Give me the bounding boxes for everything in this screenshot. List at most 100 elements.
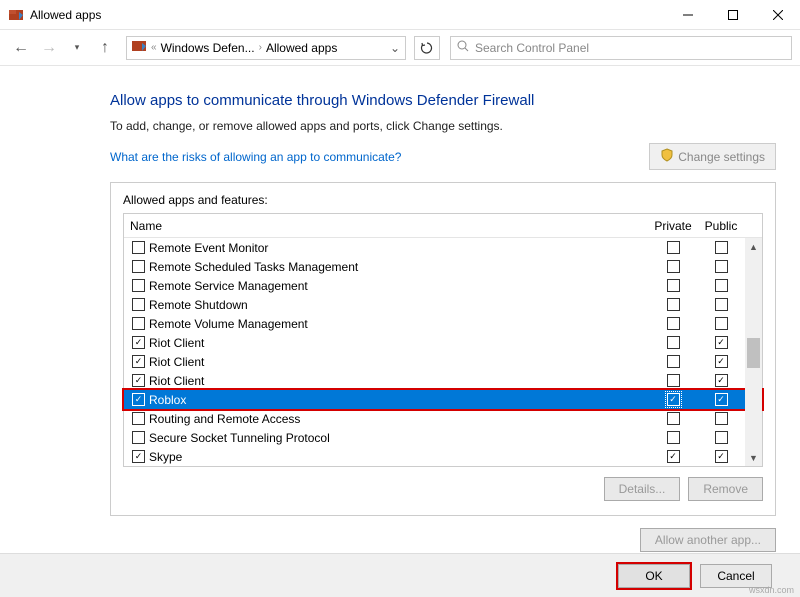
private-checkbox[interactable] xyxy=(667,279,680,292)
refresh-button[interactable] xyxy=(414,36,440,60)
app-checkbox[interactable] xyxy=(132,317,145,330)
private-checkbox[interactable] xyxy=(667,260,680,273)
list-item[interactable]: Remote Shutdown xyxy=(124,295,762,314)
cancel-button[interactable]: Cancel xyxy=(700,564,772,588)
private-checkbox[interactable] xyxy=(667,450,680,463)
scrollbar[interactable]: ▲ ▼ xyxy=(745,238,762,466)
allowed-apps-group: Allowed apps and features: Name Private … xyxy=(110,182,776,516)
list-header: Name Private Public xyxy=(124,214,762,238)
ok-button[interactable]: OK xyxy=(618,564,690,588)
firewall-icon xyxy=(131,38,147,57)
app-checkbox[interactable] xyxy=(132,431,145,444)
list-item[interactable]: Skype xyxy=(124,447,762,466)
close-button[interactable] xyxy=(755,0,800,30)
col-name[interactable]: Name xyxy=(124,219,649,233)
change-settings-button[interactable]: Change settings xyxy=(649,143,776,170)
list-item[interactable]: Remote Service Management xyxy=(124,276,762,295)
col-public[interactable]: Public xyxy=(697,219,745,233)
app-checkbox[interactable] xyxy=(132,355,145,368)
firewall-icon xyxy=(8,7,24,23)
private-checkbox[interactable] xyxy=(667,336,680,349)
scroll-up-icon[interactable]: ▲ xyxy=(745,238,762,255)
public-checkbox[interactable] xyxy=(715,450,728,463)
app-checkbox[interactable] xyxy=(132,336,145,349)
apps-list[interactable]: Name Private Public Remote Event Monitor… xyxy=(123,213,763,467)
list-item[interactable]: Riot Client xyxy=(124,333,762,352)
private-checkbox[interactable] xyxy=(667,241,680,254)
breadcrumb-dropdown[interactable]: ⌄ xyxy=(385,41,405,55)
scroll-down-icon[interactable]: ▼ xyxy=(745,449,762,466)
app-label: Secure Socket Tunneling Protocol xyxy=(149,431,649,445)
list-item[interactable]: Riot Client xyxy=(124,352,762,371)
private-checkbox[interactable] xyxy=(667,317,680,330)
app-label: Riot Client xyxy=(149,336,649,350)
public-checkbox[interactable] xyxy=(715,412,728,425)
public-checkbox[interactable] xyxy=(715,431,728,444)
app-label: Remote Shutdown xyxy=(149,298,649,312)
details-button[interactable]: Details... xyxy=(604,477,681,501)
chevron-icon: › xyxy=(259,42,262,53)
search-input[interactable]: Search Control Panel xyxy=(450,36,792,60)
app-label: Skype xyxy=(149,450,649,464)
app-checkbox[interactable] xyxy=(132,393,145,406)
list-item[interactable]: Remote Event Monitor xyxy=(124,238,762,257)
public-checkbox[interactable] xyxy=(715,317,728,330)
public-checkbox[interactable] xyxy=(715,298,728,311)
allow-another-app-button[interactable]: Allow another app... xyxy=(640,528,776,552)
public-checkbox[interactable] xyxy=(715,260,728,273)
public-checkbox[interactable] xyxy=(715,279,728,292)
shield-icon xyxy=(660,148,674,165)
public-checkbox[interactable] xyxy=(715,355,728,368)
app-checkbox[interactable] xyxy=(132,412,145,425)
col-private[interactable]: Private xyxy=(649,219,697,233)
forward-button[interactable]: → xyxy=(36,35,62,61)
list-item[interactable]: Remote Volume Management xyxy=(124,314,762,333)
app-label: Routing and Remote Access xyxy=(149,412,649,426)
group-label: Allowed apps and features: xyxy=(123,193,763,207)
app-checkbox[interactable] xyxy=(132,450,145,463)
private-checkbox[interactable] xyxy=(667,355,680,368)
app-checkbox[interactable] xyxy=(132,260,145,273)
recent-dropdown[interactable]: ▾ xyxy=(64,35,90,61)
page-subtitle: To add, change, or remove allowed apps a… xyxy=(110,119,776,133)
breadcrumb-seg[interactable]: Allowed apps xyxy=(266,41,337,55)
chevron-icon: « xyxy=(151,42,157,53)
search-placeholder: Search Control Panel xyxy=(475,41,589,55)
back-button[interactable]: ← xyxy=(8,35,34,61)
risks-link[interactable]: What are the risks of allowing an app to… xyxy=(110,150,401,164)
app-label: Riot Client xyxy=(149,355,649,369)
list-item[interactable]: Secure Socket Tunneling Protocol xyxy=(124,428,762,447)
app-label: Remote Scheduled Tasks Management xyxy=(149,260,649,274)
scroll-thumb[interactable] xyxy=(747,338,760,368)
breadcrumb-seg[interactable]: Windows Defen... xyxy=(161,41,255,55)
app-checkbox[interactable] xyxy=(132,374,145,387)
list-item[interactable]: Routing and Remote Access xyxy=(124,409,762,428)
app-checkbox[interactable] xyxy=(132,298,145,311)
private-checkbox[interactable] xyxy=(667,393,680,406)
navbar: ← → ▾ ↑ « Windows Defen... › Allowed app… xyxy=(0,30,800,66)
public-checkbox[interactable] xyxy=(715,241,728,254)
list-item[interactable]: Roblox xyxy=(124,390,762,409)
list-item[interactable]: Remote Scheduled Tasks Management xyxy=(124,257,762,276)
private-checkbox[interactable] xyxy=(667,412,680,425)
window-title: Allowed apps xyxy=(30,8,665,22)
app-checkbox[interactable] xyxy=(132,241,145,254)
minimize-button[interactable] xyxy=(665,0,710,30)
up-button[interactable]: ↑ xyxy=(92,35,118,61)
private-checkbox[interactable] xyxy=(667,298,680,311)
app-label: Roblox xyxy=(149,393,649,407)
breadcrumb[interactable]: « Windows Defen... › Allowed apps ⌄ xyxy=(126,36,406,60)
public-checkbox[interactable] xyxy=(715,336,728,349)
remove-button[interactable]: Remove xyxy=(688,477,763,501)
public-checkbox[interactable] xyxy=(715,393,728,406)
app-checkbox[interactable] xyxy=(132,279,145,292)
private-checkbox[interactable] xyxy=(667,431,680,444)
public-checkbox[interactable] xyxy=(715,374,728,387)
private-checkbox[interactable] xyxy=(667,374,680,387)
watermark: wsxdn.com xyxy=(749,585,794,595)
footer: OK Cancel xyxy=(0,553,800,597)
list-item[interactable]: Riot Client xyxy=(124,371,762,390)
maximize-button[interactable] xyxy=(710,0,755,30)
titlebar: Allowed apps xyxy=(0,0,800,30)
app-label: Riot Client xyxy=(149,374,649,388)
